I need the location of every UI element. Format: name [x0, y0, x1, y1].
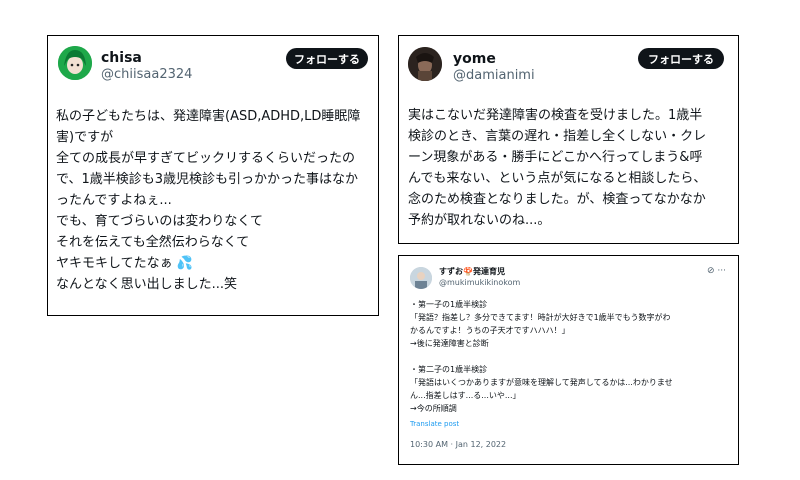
tweet-text: ・第一子の1歳半検診 「発語？指差し？多分できてます！時計が大好きで1歳半でもう…: [410, 300, 673, 413]
tweet-text: 私の子どもたちは、発達障害(ASD,ADHD,LD睡眠障 害)ですが 全ての成長…: [56, 109, 361, 292]
follow-button[interactable]: フォローする: [638, 48, 724, 69]
avatar-dark-photo-icon[interactable]: [408, 47, 442, 81]
tweet-card-yome: yome @damianimi フォローする 実はこないだ発達障害の検査を受けま…: [398, 35, 739, 244]
more-options-icon[interactable]: ⊘ ···: [707, 266, 726, 276]
follow-button[interactable]: フォローする: [286, 48, 368, 69]
avatar-photo-icon[interactable]: [410, 267, 432, 289]
author-name[interactable]: すずお🍄発達育児: [439, 266, 505, 277]
author-handle[interactable]: @mukimukikinokom: [439, 278, 520, 287]
author-name[interactable]: yome: [453, 51, 496, 67]
tweet-card-chisa: chisa @chiisaa2324 フォローする 私の子どもたちは、発達障害(…: [47, 35, 379, 316]
timestamp[interactable]: 10:30 AM · Jan 12, 2022: [410, 440, 506, 449]
author-handle[interactable]: @damianimi: [453, 68, 535, 83]
translate-post-link[interactable]: Translate post: [410, 420, 459, 428]
tweet-text: 実はこないだ発達障害の検査を受けました。1歳半 検診のとき、言葉の遅れ・指差し全…: [408, 108, 707, 228]
avatar-green-hair-icon[interactable]: [58, 46, 92, 80]
author-name[interactable]: chisa: [101, 50, 142, 66]
tweet-card-suzuo: すずお🍄発達育児 @mukimukikinokom ⊘ ··· ・第一子の1歳半…: [398, 255, 739, 465]
author-handle[interactable]: @chiisaa2324: [101, 67, 192, 82]
